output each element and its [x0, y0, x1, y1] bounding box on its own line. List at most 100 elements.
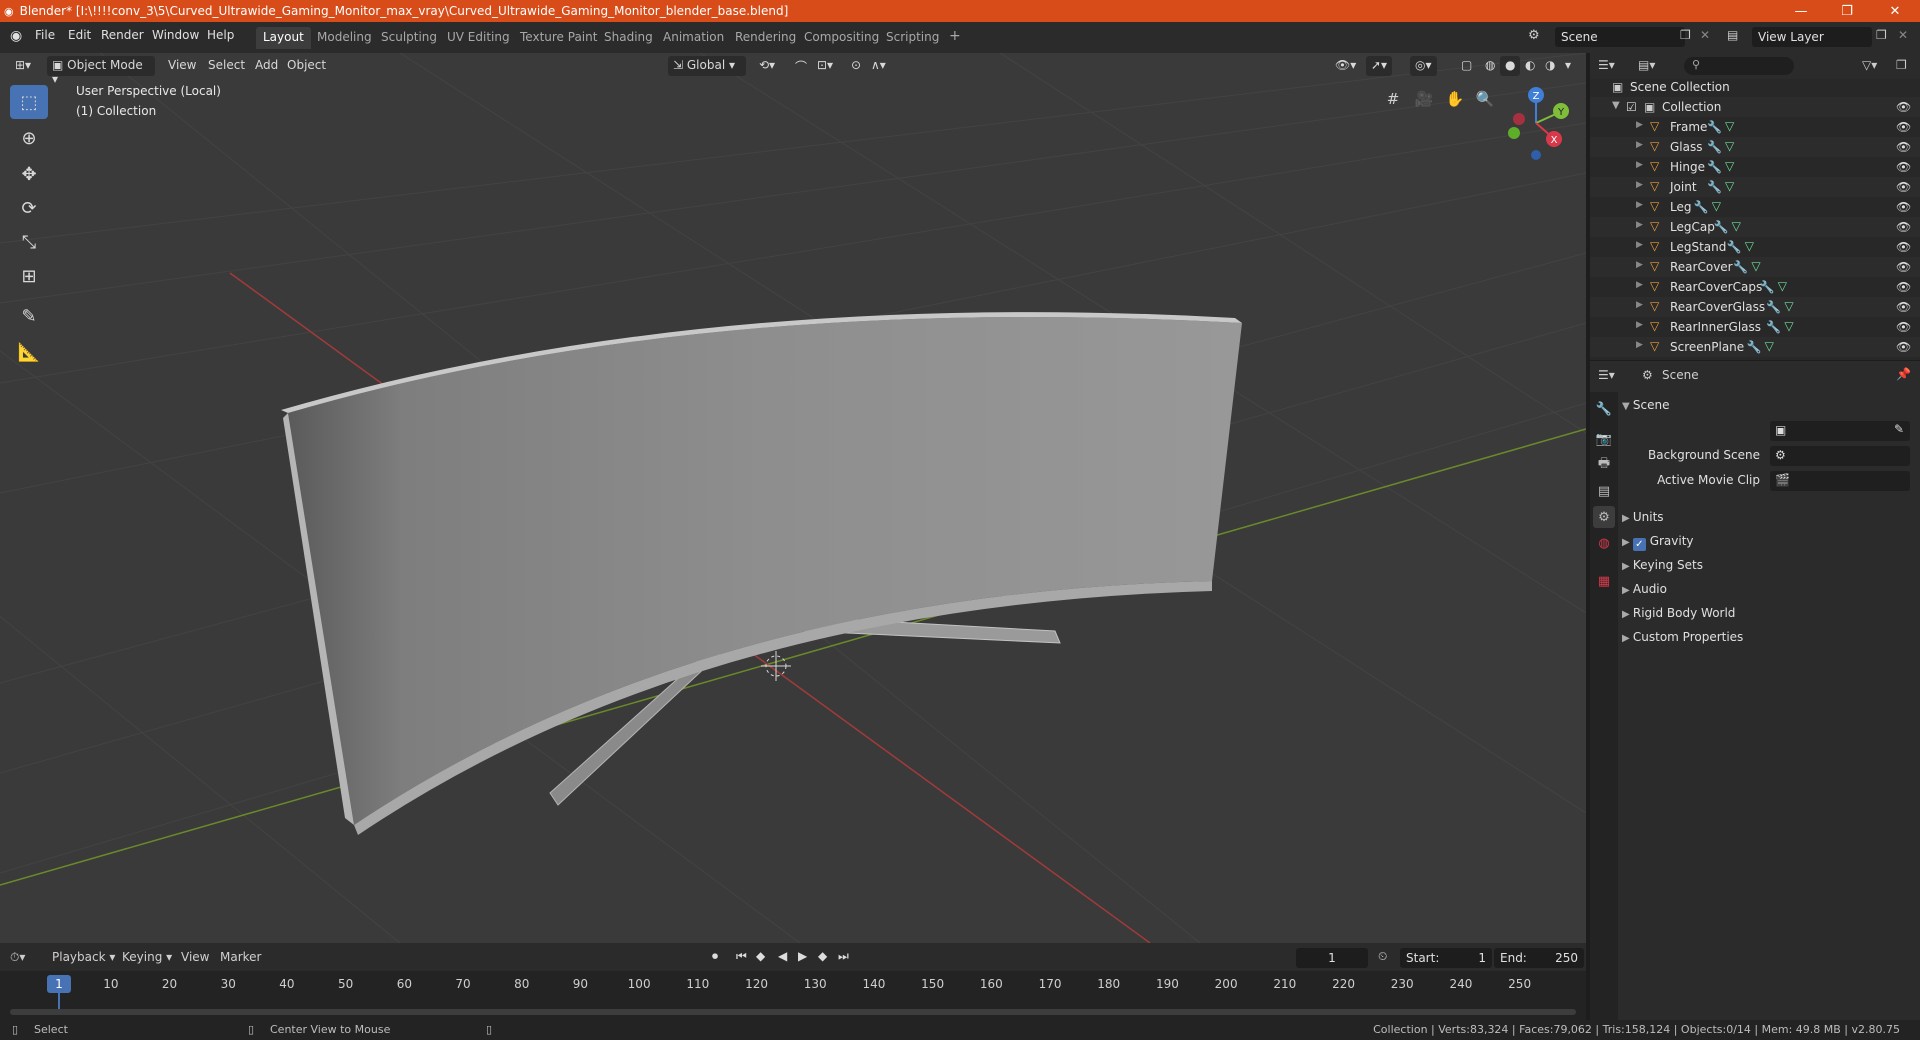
modifier-icon[interactable]: 🔧	[1733, 260, 1748, 274]
visibility-eye-icon[interactable]: 👁	[1896, 300, 1911, 314]
visibility-eye-icon[interactable]: 👁	[1896, 160, 1911, 174]
close-button[interactable]: ✕	[1872, 0, 1918, 22]
select-box-tool-icon[interactable]: ⬚	[10, 85, 48, 119]
expand-arrow-icon[interactable]: ▶	[1636, 240, 1643, 250]
mesh-data-icon[interactable]: ▽	[1725, 159, 1734, 173]
expand-arrow-icon[interactable]: ▶	[1636, 160, 1643, 170]
mode-selector[interactable]: ▣ Object Mode ▾	[47, 56, 155, 86]
shading-options-icon[interactable]: ▾	[1560, 56, 1576, 76]
falloff-icon[interactable]: ∧▾	[866, 56, 891, 76]
modifier-icon[interactable]: 🔧	[1707, 180, 1722, 194]
tab-compositing[interactable]: Compositing	[797, 27, 886, 49]
camera-field[interactable]	[1770, 421, 1910, 441]
visibility-eye-icon[interactable]: 👁	[1896, 120, 1911, 134]
playhead[interactable]: 1	[47, 975, 71, 993]
maximize-button[interactable]: ❐	[1824, 0, 1870, 22]
scale-tool-icon[interactable]: ⤡	[10, 225, 48, 259]
proportional-edit-icon[interactable]: ⊙	[846, 56, 866, 76]
new-view-layer-icon[interactable]: ❐	[1876, 28, 1887, 42]
solid-shading-icon[interactable]: ●	[1500, 56, 1521, 76]
outliner-row-scene-collection[interactable]: ▣ Scene Collection	[1590, 77, 1920, 97]
transform-tool-icon[interactable]: ⊞	[10, 259, 48, 293]
tab-scripting[interactable]: Scripting	[879, 27, 946, 49]
visibility-eye-icon[interactable]: 👁	[1896, 180, 1911, 194]
tab-shading[interactable]: Shading	[597, 27, 660, 49]
rotate-tool-icon[interactable]: ⟳	[10, 191, 48, 225]
world-tab-icon[interactable]: ◍	[1593, 532, 1615, 554]
blender-menu-icon[interactable]: ◉	[10, 28, 22, 44]
mesh-data-icon[interactable]: ▽	[1784, 319, 1793, 333]
expand-arrow-icon[interactable]: ▶	[1636, 220, 1643, 230]
new-collection-icon[interactable]: ❐	[1896, 58, 1907, 72]
visibility-eye-icon[interactable]: 👁	[1896, 280, 1911, 294]
outliner-row-object[interactable]: ▶ ▽ Hinge 🔧 ▽ 👁	[1590, 157, 1920, 177]
expand-arrow-icon[interactable]: ▶	[1636, 120, 1643, 130]
texture-tab-icon[interactable]: ▦	[1593, 570, 1615, 592]
expand-arrow-icon[interactable]: ▶	[1636, 300, 1643, 310]
expand-arrow-icon[interactable]: ▶	[1636, 340, 1643, 350]
units-panel[interactable]: ▶ Units	[1622, 510, 1664, 524]
expand-arrow-icon[interactable]: ▶	[1636, 280, 1643, 290]
tab-texture-paint[interactable]: Texture Paint	[513, 27, 604, 49]
wireframe-shading-icon[interactable]: ◍	[1480, 56, 1500, 76]
scene-panel-header[interactable]: ▼ Scene	[1622, 398, 1669, 412]
editor-type-icon[interactable]: ⊞▾	[10, 56, 36, 76]
tab-modeling[interactable]: Modeling	[310, 27, 379, 49]
menu-edit[interactable]: Edit	[68, 28, 91, 42]
new-scene-icon[interactable]: ❐	[1680, 28, 1691, 42]
visibility-eye-icon[interactable]: 👁	[1896, 100, 1911, 114]
transform-orientation[interactable]: ⇲ Global ▾	[668, 56, 746, 76]
outliner-row-object[interactable]: ▶ ▽ RearCoverCaps 🔧 ▽ 👁	[1590, 277, 1920, 297]
mesh-data-icon[interactable]: ▽	[1745, 239, 1754, 253]
outliner-row-collection[interactable]: ▼ ☑ ▣ Collection 👁	[1590, 97, 1920, 117]
menu-select[interactable]: Select	[203, 56, 250, 76]
outliner-row-object[interactable]: ▶ ▽ Glass 🔧 ▽ 👁	[1590, 137, 1920, 157]
material-shading-icon[interactable]: ◐	[1520, 56, 1540, 76]
visibility-eye-icon[interactable]: 👁	[1896, 200, 1911, 214]
pivot-icon[interactable]: ⟲▾	[754, 56, 780, 76]
expand-arrow-icon[interactable]: ▶	[1636, 200, 1643, 210]
menu-help[interactable]: Help	[207, 28, 234, 42]
xray-icon[interactable]: ▢	[1456, 56, 1477, 76]
mesh-data-icon[interactable]: ▽	[1732, 219, 1741, 233]
audio-panel[interactable]: ▶ Audio	[1622, 582, 1667, 596]
custom-properties-panel[interactable]: ▶ Custom Properties	[1622, 630, 1743, 644]
timeline-scrollbar[interactable]	[10, 1009, 1576, 1015]
render-tab-icon[interactable]: 📷	[1593, 428, 1615, 450]
mesh-data-icon[interactable]: ▽	[1784, 299, 1793, 313]
camera-view-icon[interactable]: 🎥	[1411, 86, 1437, 112]
mesh-data-icon[interactable]: ▽	[1725, 119, 1734, 133]
outliner-row-object[interactable]: ▶ ▽ ScreenPlane 🔧 ▽ 👁	[1590, 337, 1920, 357]
outliner-row-object[interactable]: ▶ ▽ LegCap 🔧 ▽ 👁	[1590, 217, 1920, 237]
filter-icon[interactable]: ▽▾	[1862, 58, 1877, 72]
modifier-icon[interactable]: 🔧	[1707, 120, 1722, 134]
delete-scene-icon[interactable]: ✕	[1700, 28, 1710, 42]
menu-window[interactable]: Window	[152, 28, 199, 42]
expand-arrow-icon[interactable]: ▶	[1636, 140, 1643, 150]
outliner-row-object[interactable]: ▶ ▽ LegStand 🔧 ▽ 👁	[1590, 237, 1920, 257]
scene-selector[interactable]: Scene	[1555, 27, 1685, 47]
gravity-panel[interactable]: ▶ ✓ Gravity	[1622, 534, 1694, 551]
tool-tab-icon[interactable]: 🔧	[1593, 398, 1615, 420]
modifier-icon[interactable]: 🔧	[1766, 320, 1781, 334]
gravity-checkbox-icon[interactable]: ✓	[1632, 538, 1646, 551]
move-tool-icon[interactable]: ✥	[10, 157, 48, 191]
modifier-icon[interactable]: 🔧	[1766, 300, 1781, 314]
delete-view-layer-icon[interactable]: ✕	[1898, 28, 1908, 42]
modifier-icon[interactable]: 🔧	[1760, 280, 1775, 294]
overlay-toggle-icon[interactable]: ◎▾	[1410, 56, 1437, 76]
tab-rendering[interactable]: Rendering	[728, 27, 803, 49]
measure-tool-icon[interactable]: 📐	[10, 335, 48, 369]
mesh-data-icon[interactable]: ▽	[1751, 259, 1760, 273]
pan-view-icon[interactable]: ✋	[1442, 86, 1468, 112]
keying-sets-panel[interactable]: ▶ Keying Sets	[1622, 558, 1703, 572]
mesh-data-icon[interactable]: ▽	[1778, 279, 1787, 293]
add-workspace-button[interactable]: +	[942, 25, 968, 47]
visibility-eye-icon[interactable]: 👁	[1896, 260, 1911, 274]
visibility-eye-icon[interactable]: 👁	[1896, 340, 1911, 354]
navigation-gizmo[interactable]: Z Y X	[1496, 83, 1576, 163]
pin-icon[interactable]: 📌	[1896, 367, 1911, 381]
gizmo-toggle-icon[interactable]: ➚▾	[1366, 56, 1393, 76]
tab-animation[interactable]: Animation	[656, 27, 731, 49]
rendered-shading-icon[interactable]: ◑	[1540, 56, 1560, 76]
